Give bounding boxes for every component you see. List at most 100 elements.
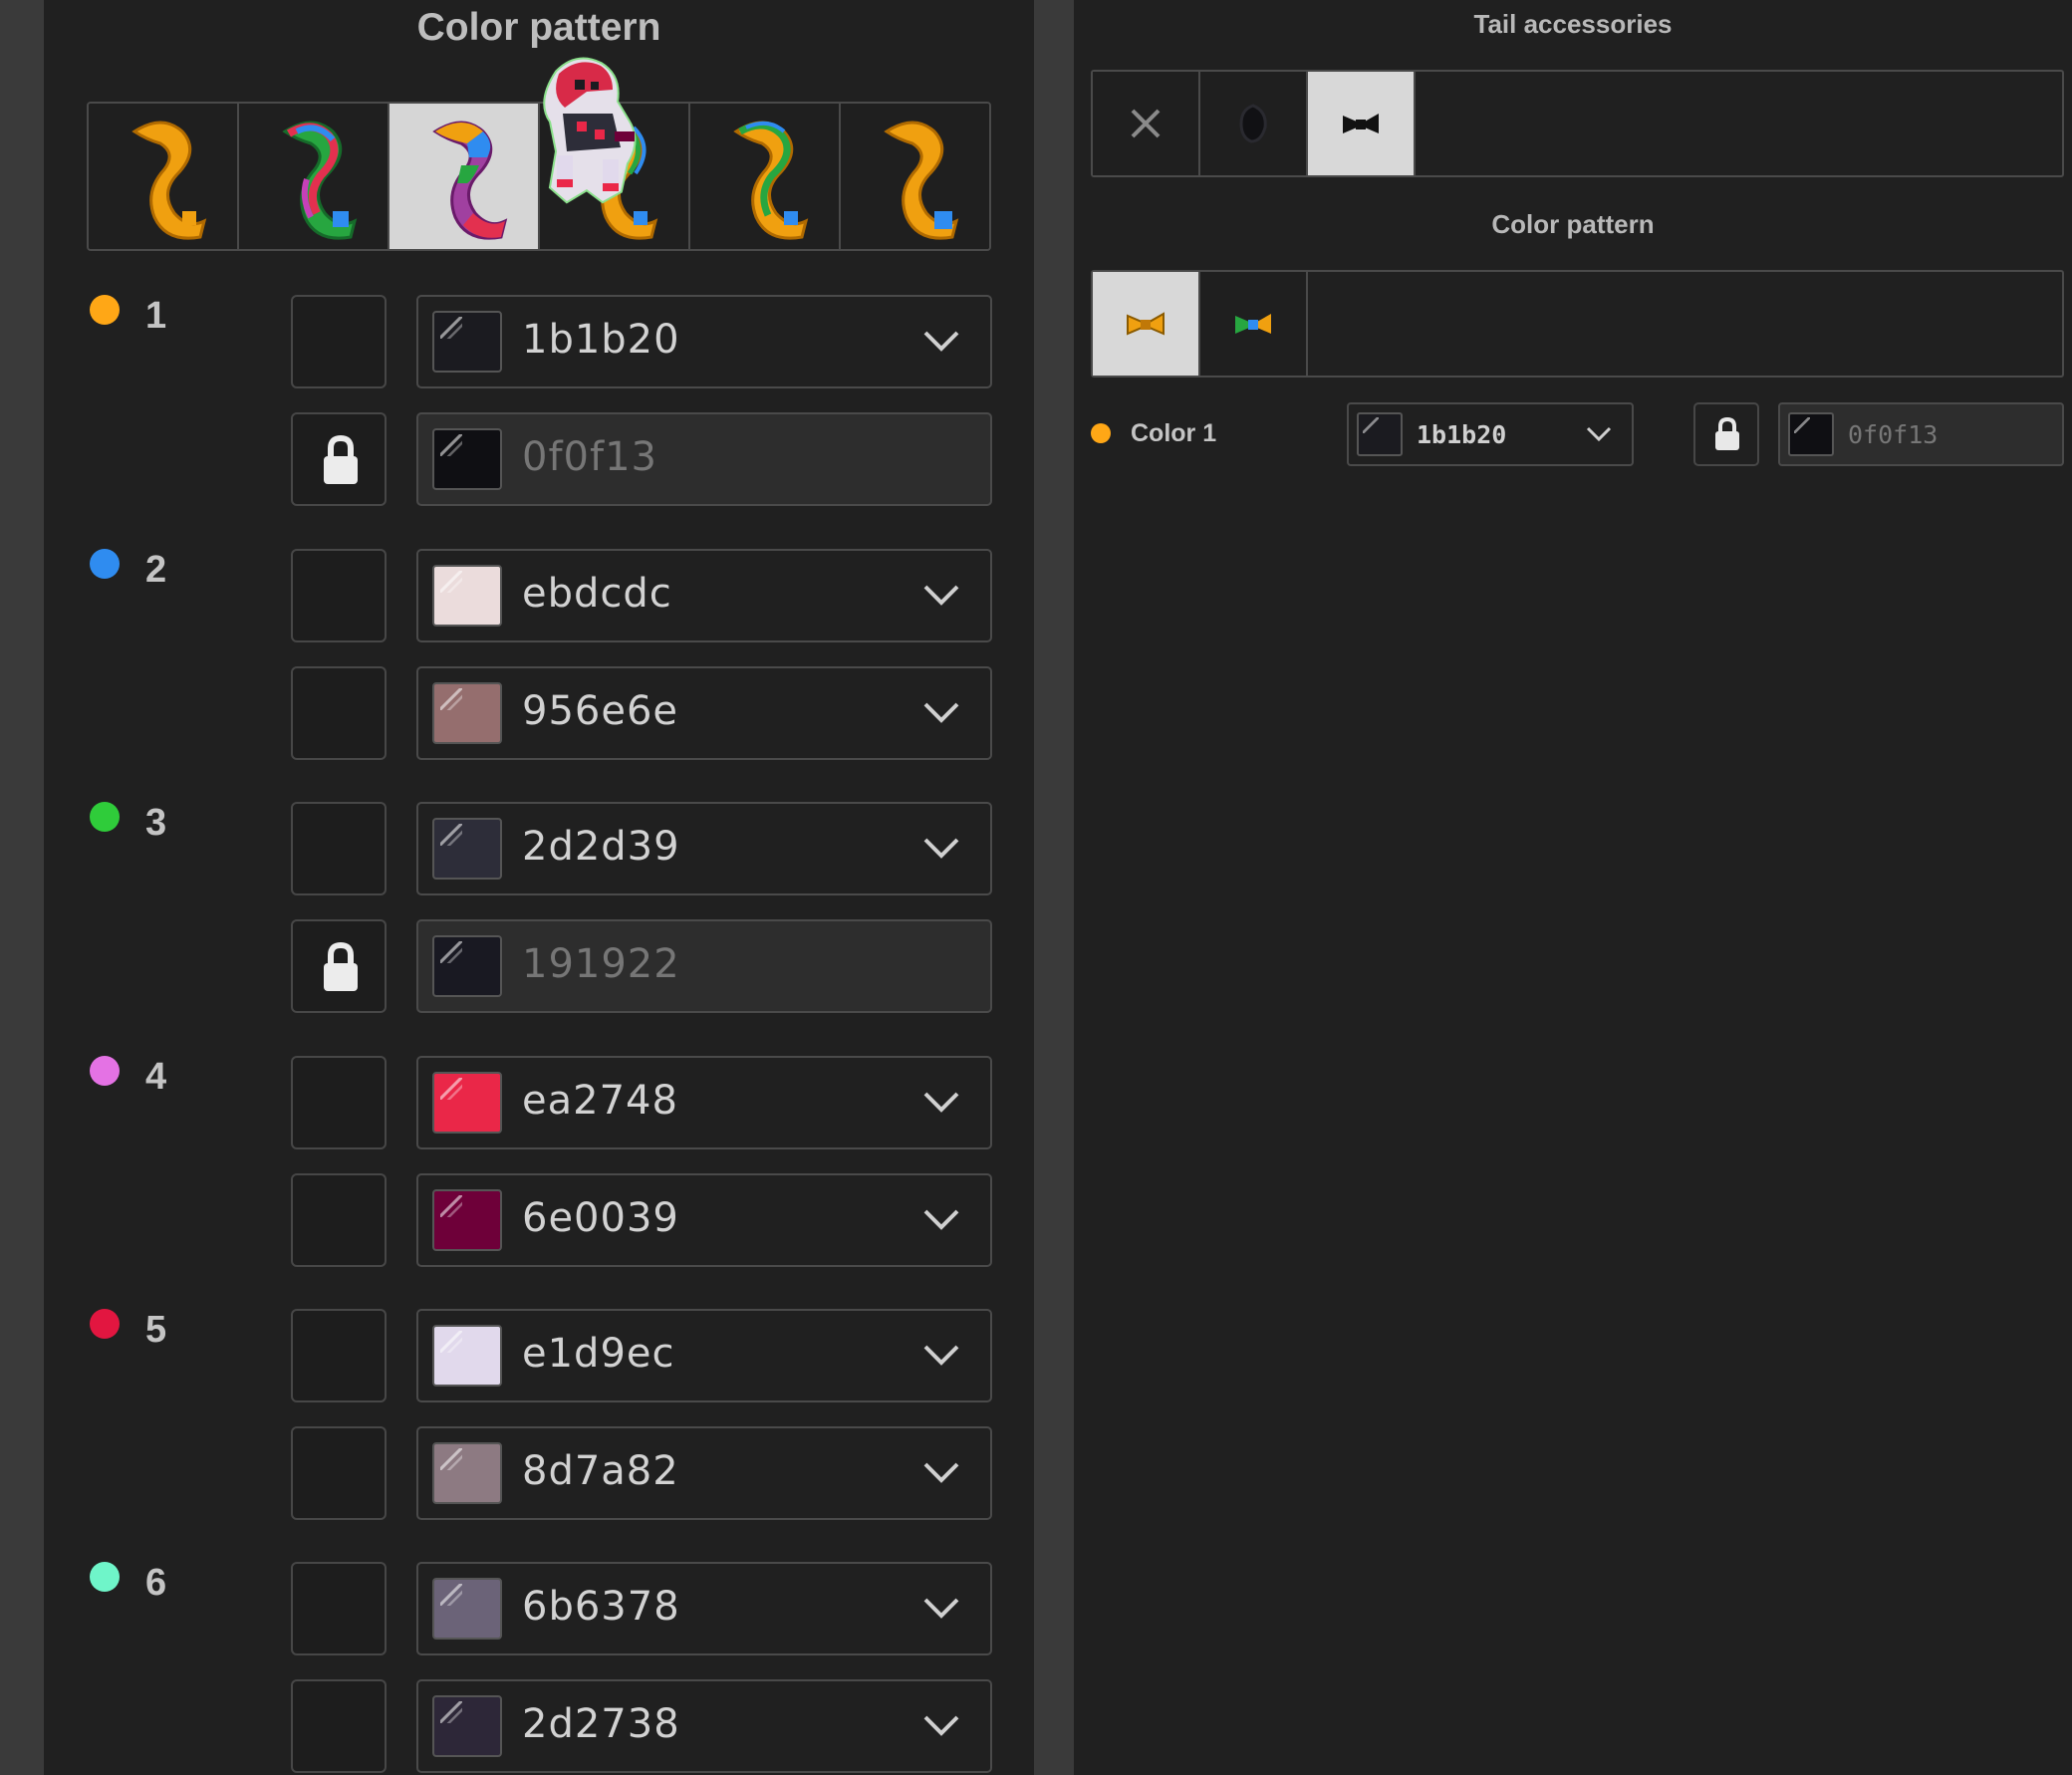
color-hex-value: 6b6378 [522,1584,680,1630]
color-indicator-dot [90,549,120,579]
color-1-hex: 1b1b20 [1417,420,1507,449]
color-number: 2 [145,549,167,591]
color-swatch [432,311,502,373]
lock-icon [1715,416,1739,450]
primary-color-select[interactable]: 2d2d39 [416,802,992,895]
chevron-down-icon [923,1462,959,1483]
pattern-thumb-1[interactable] [89,104,239,249]
chevron-down-icon [923,331,959,352]
secondary-lock-toggle[interactable] [291,919,387,1013]
color-row-3: 3 2d2d39 191922 [44,762,1034,1013]
color-number: 4 [145,1056,167,1098]
color-indicator-dot [90,802,120,832]
color-swatch [432,1189,502,1251]
color-number: 5 [145,1309,167,1351]
color-hex-value: 2d2738 [522,1701,680,1747]
primary-color-select[interactable]: ea2748 [416,1056,992,1149]
color-swatch [432,428,502,490]
accessory-strip [1091,70,2064,177]
pony-preview-sprite [543,57,637,204]
color-hex-value: e1d9ec [522,1331,675,1377]
left-panel-title: Color pattern [416,6,661,49]
color-1-lock-toggle[interactable] [1693,402,1759,466]
secondary-lock-toggle[interactable] [291,1173,387,1267]
secondary-color-locked-field: 191922 [416,919,992,1013]
color-hex-value: 2d2d39 [522,824,680,870]
primary-color-select[interactable]: 6b6378 [416,1562,992,1655]
color-number: 3 [145,802,167,844]
pattern-thumb-6[interactable] [841,104,989,249]
color-1-select[interactable]: 1b1b20 [1347,402,1634,466]
bow-pattern-multicolor[interactable] [1200,272,1308,376]
color-indicator-dot [90,295,120,325]
secondary-lock-toggle[interactable] [291,1679,387,1773]
pattern-thumb-2[interactable] [239,104,389,249]
color-indicator-dot [90,1562,120,1592]
tail-pattern-icon [884,121,959,240]
primary-color-select[interactable]: ebdcdc [416,549,992,642]
color-1-locked-field: 0f0f13 [1778,402,2064,466]
tail-pattern-icon [733,121,809,240]
primary-lock-toggle[interactable] [291,1056,387,1149]
accessory-none[interactable] [1093,72,1200,175]
bow-pattern-orange[interactable] [1093,272,1200,376]
color-swatch [432,818,502,880]
tail-accessories-title: Tail accessories [1473,9,1673,39]
color-row-6: 6 6b6378 2d2738 [44,1522,1034,1773]
color-1-indicator-dot [1091,423,1111,443]
primary-color-select[interactable]: 1b1b20 [416,295,992,388]
accessory-dark[interactable] [1200,72,1308,175]
bow-icon [1343,114,1379,133]
lock-icon [324,434,358,484]
chevron-down-icon [923,838,959,859]
chevron-down-icon [923,1598,959,1619]
color-swatch [432,1442,502,1504]
color-indicator-dot [90,1056,120,1086]
dark-accessory-icon [1239,104,1267,143]
color-swatch [432,565,502,627]
secondary-color-select[interactable]: 2d2738 [416,1679,992,1773]
chevron-down-icon [923,1345,959,1366]
primary-lock-toggle[interactable] [291,1562,387,1655]
multicolor-bow-icon [1235,314,1271,334]
pattern-thumb-5[interactable] [690,104,841,249]
color-hex-value: 6e0039 [522,1195,679,1241]
color-1-label: Color 1 [1131,419,1217,447]
color-hex-value: 8d7a82 [522,1448,679,1494]
color-swatch [432,935,502,997]
chevron-down-icon [923,1715,959,1736]
color-hex-value: 956e6e [522,688,679,734]
lock-icon [324,941,358,991]
chevron-down-icon [923,1092,959,1113]
secondary-color-locked-field: 0f0f13 [416,412,992,506]
secondary-color-select[interactable]: 956e6e [416,666,992,760]
color-hex-value: 0f0f13 [522,434,657,480]
close-icon [1131,109,1161,138]
secondary-color-select[interactable]: 6e0039 [416,1173,992,1267]
color-swatch [432,682,502,744]
color-hex-value: ebdcdc [522,571,672,617]
secondary-lock-toggle[interactable] [291,666,387,760]
chevron-down-icon [923,585,959,606]
color-swatch [432,1325,502,1387]
right-accessory-panel: Tail accessories Color pattern Color 1 1… [1074,0,2072,1775]
color-hex-value: 191922 [522,941,680,987]
color-1-locked-swatch [1788,412,1834,456]
primary-lock-toggle[interactable] [291,1309,387,1402]
secondary-lock-toggle[interactable] [291,412,387,506]
primary-lock-toggle[interactable] [291,295,387,388]
accessory-bow[interactable] [1308,72,1416,175]
primary-lock-toggle[interactable] [291,802,387,895]
color-swatch [432,1695,502,1757]
primary-lock-toggle[interactable] [291,549,387,642]
left-color-panel: Color pattern 1 1b1b20 0f0f13 2 ebdcdc 9… [44,0,1034,1775]
primary-color-select[interactable]: e1d9ec [416,1309,992,1402]
secondary-color-select[interactable]: 8d7a82 [416,1426,992,1520]
color-swatch [432,1072,502,1134]
color-row-1: 1 1b1b20 0f0f13 [44,255,1034,506]
color-hex-value: ea2748 [522,1078,678,1124]
color-number: 1 [145,295,167,337]
color-1-swatch [1357,412,1403,456]
chevron-down-icon [1586,426,1612,442]
secondary-lock-toggle[interactable] [291,1426,387,1520]
